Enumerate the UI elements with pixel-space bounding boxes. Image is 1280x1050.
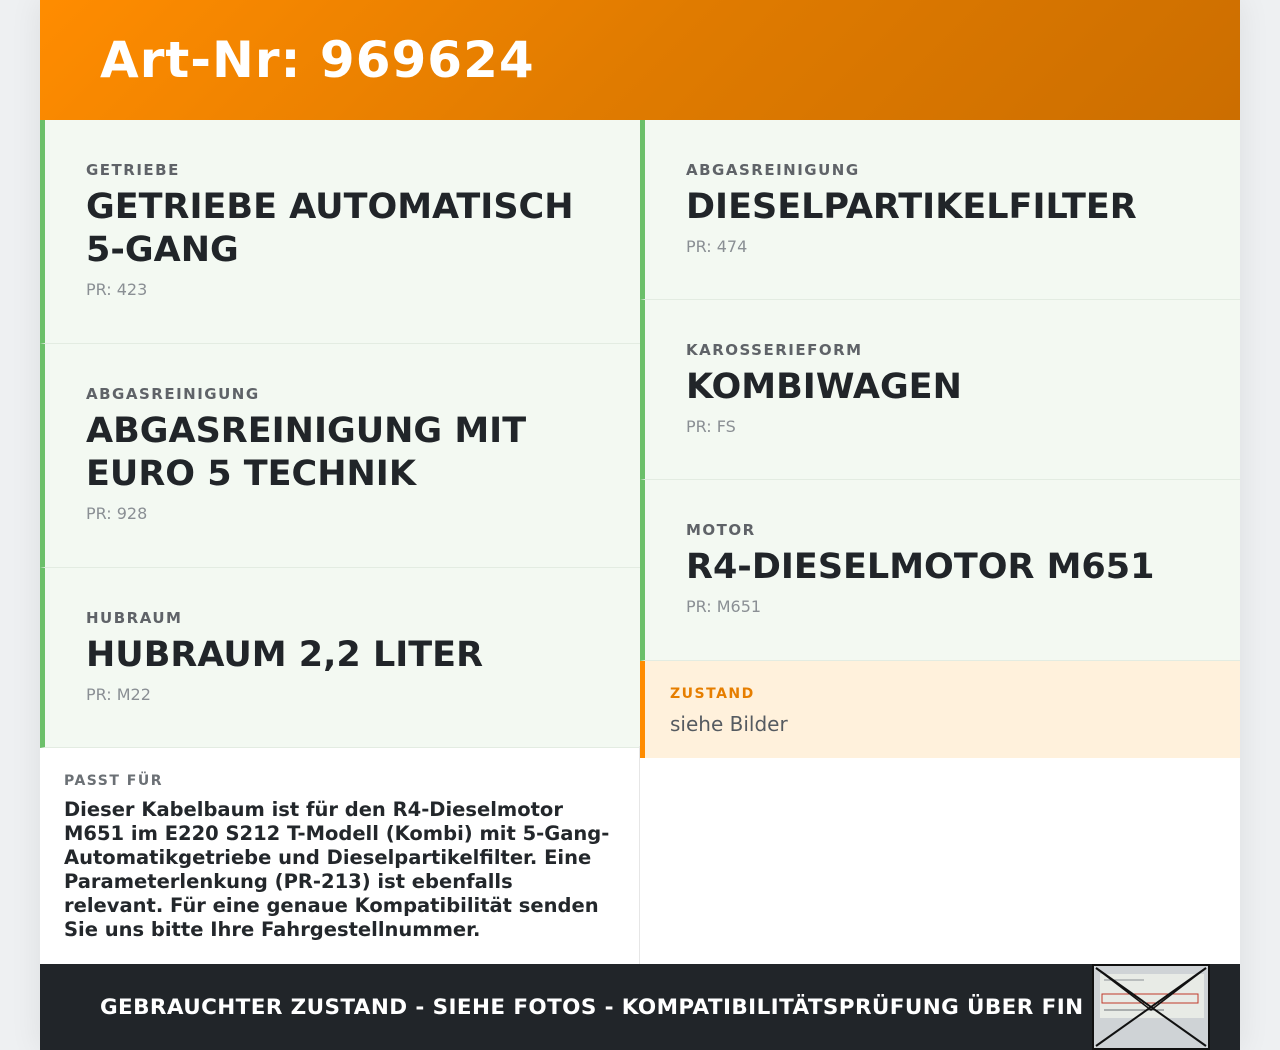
- spec-pr-code: PR: M651: [686, 597, 762, 616]
- spec-card-motor: Motor R4-Dieselmotor M651 PR: M651: [640, 480, 1240, 661]
- spec-card-karosserieform: Karosserieform Kombiwagen PR: FS: [640, 300, 1240, 480]
- spec-label: Karosserieform: [686, 341, 863, 359]
- spec-label: Motor: [686, 521, 756, 539]
- product-page: Art-Nr: 969624 Getriebe Getriebe automat…: [40, 0, 1240, 1050]
- spec-value: Dieselpartikelfilter: [686, 187, 1137, 227]
- spec-pr-code: PR: 423: [86, 280, 148, 299]
- spec-column-right: Abgasreinigung Dieselpartikelfilter PR: …: [640, 120, 1240, 758]
- page-header: Art-Nr: 969624: [40, 0, 1240, 120]
- spec-label: Getriebe: [86, 161, 180, 179]
- spec-label: Abgasreinigung: [686, 161, 860, 179]
- spec-label: Hubraum: [86, 609, 183, 627]
- spec-card-getriebe: Getriebe Getriebe automatisch 5-Gang PR:…: [40, 120, 640, 344]
- spec-pr-code: PR: M22: [86, 685, 151, 704]
- footer-note: Gebrauchter Zustand - siehe Fotos - Komp…: [100, 994, 1084, 1020]
- compatibility-section: Passt für Dieser Kabelbaum ist für den R…: [40, 746, 640, 964]
- spec-value: Kombiwagen: [686, 367, 962, 407]
- page-title: Art-Nr: 969624: [100, 31, 535, 89]
- spec-pr-code: PR: FS: [686, 417, 736, 436]
- condition-label: Zustand: [670, 686, 755, 702]
- spec-card-dieselpartikelfilter: Abgasreinigung Dieselpartikelfilter PR: …: [640, 120, 1240, 300]
- spec-pr-code: PR: 474: [686, 237, 748, 256]
- spec-value: Getriebe automatisch 5-Gang: [86, 187, 574, 270]
- document-photo-thumbnail[interactable]: [1092, 964, 1210, 1050]
- spec-value: Abgasreinigung mit Euro 5 Technik: [86, 411, 527, 494]
- spec-value: Hubraum 2,2 Liter: [86, 635, 484, 675]
- spec-pr-code: PR: 928: [86, 504, 148, 523]
- condition-value: siehe Bilder: [670, 712, 788, 736]
- spec-column-left: Getriebe Getriebe automatisch 5-Gang PR:…: [40, 120, 640, 748]
- vehicle-document-image: [1094, 966, 1208, 1048]
- condition-card: Zustand siehe Bilder: [640, 661, 1240, 758]
- spec-card-abgasreinigung-euro5: Abgasreinigung Abgasreinigung mit Euro 5…: [40, 344, 640, 568]
- footer-banner: Gebrauchter Zustand - siehe Fotos - Komp…: [40, 964, 1240, 1050]
- compatibility-label: Passt für: [64, 773, 163, 789]
- spec-label: Abgasreinigung: [86, 385, 260, 403]
- spec-card-hubraum: Hubraum Hubraum 2,2 Liter PR: M22: [40, 568, 640, 748]
- compatibility-text: Dieser Kabelbaum ist für den R4-Dieselmo…: [64, 798, 610, 941]
- spec-value: R4-Dieselmotor M651: [686, 547, 1155, 587]
